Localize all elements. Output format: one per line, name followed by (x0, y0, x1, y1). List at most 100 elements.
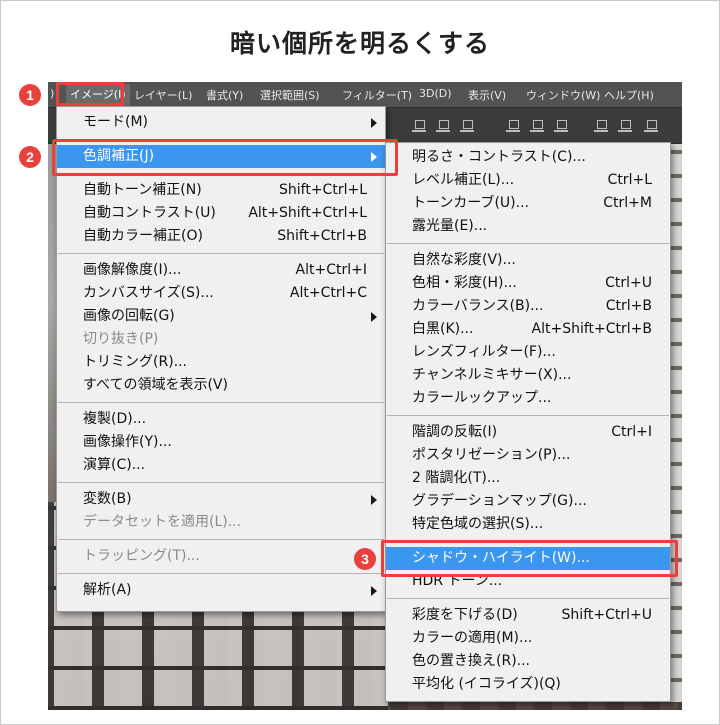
align-bottom-icon[interactable] (460, 120, 474, 132)
menu-item-label: すべての領域を表示(V) (83, 377, 228, 393)
step-badge-3: 3 (354, 548, 376, 570)
menu-item[interactable]: カンバスサイズ(S)... Alt+Ctrl+C (57, 282, 385, 305)
menu-item-shortcut: Ctrl+B (605, 298, 652, 314)
adjustments-submenu: 明るさ・コントラスト(C)... レベル補正(L)... Ctrl+L トーンカーブ(… (385, 142, 671, 702)
menu-item-label: 色の置き換え(R)... (412, 653, 531, 669)
distribute-left-icon[interactable] (594, 120, 608, 132)
menubar-item[interactable]: ) (50, 87, 54, 100)
menu-item: 切り抜き(P) (57, 328, 385, 351)
menu-item[interactable]: レンズフィルター(F)... (386, 341, 670, 364)
menu-item-label: グラデーションマップ(G)... (412, 493, 587, 509)
menu-item[interactable]: チャンネルミキサー(X)... (386, 364, 670, 387)
distribute-center-icon[interactable] (618, 120, 632, 132)
menu-item-label: 画像操作(Y)... (83, 434, 172, 450)
align-top-icon[interactable] (412, 120, 426, 132)
menu-item[interactable]: カラーの適用(M)... (386, 627, 670, 650)
menu-item-shortcut: Ctrl+L (607, 172, 652, 188)
menu-item[interactable]: カラーバランス(B)... Ctrl+B (386, 295, 670, 318)
canvas-window-column (670, 142, 682, 702)
menubar-item[interactable]: ウィンドウ(W) (526, 87, 600, 103)
menu-item-label: モード(M) (83, 114, 149, 130)
menu-item[interactable]: すべての領域を表示(V) (57, 374, 385, 397)
menu-item-label: 画像の回転(G) (83, 308, 175, 324)
menu-item[interactable]: 画像の回転(G) (57, 305, 385, 328)
menubar-item[interactable]: 3D(D) (419, 87, 452, 100)
menu-item[interactable]: 色相・彩度(H)... Ctrl+U (386, 272, 670, 295)
menu-separator (58, 482, 384, 483)
menu-item-label: 白黒(K)... (412, 321, 474, 337)
menu-item[interactable]: 変数(B) (57, 488, 385, 511)
menu-bar: ) イメージ(I) レイヤー(L) 書式(Y) 選択範囲(S) フィルター(T) 3D(D)… (48, 82, 682, 108)
menu-item-label: 彩度を下げる(D) (412, 607, 518, 623)
menu-item[interactable]: 自動コントラスト(U) Alt+Shift+Ctrl+L (57, 202, 385, 225)
menu-item-shortcut: Shift+Ctrl+L (279, 182, 367, 198)
menu-item-shortcut: Alt+Shift+Ctrl+B (531, 321, 652, 337)
image-menu: モード(M) 色調補正(J) 自動トーン補正(N) Shift+Ctrl+L 自動コント… (56, 106, 386, 612)
distribute-right-icon[interactable] (644, 120, 658, 132)
menu-item: データセットを適用(L)... (57, 511, 385, 534)
menu-item[interactable]: 自然な彩度(V)... (386, 249, 670, 272)
menu-item[interactable]: 平均化 (イコライズ)(Q) (386, 673, 670, 696)
step-badge-1: 1 (19, 84, 41, 106)
menu-item-shortcut: Shift+Ctrl+U (561, 607, 652, 623)
menu-item-label: ポスタリゼーション(P)... (412, 447, 571, 463)
menubar-item[interactable]: ヘルプ(H) (604, 87, 654, 103)
menu-item[interactable]: グラデーションマップ(G)... (386, 490, 670, 513)
photoshop-screen: ) イメージ(I) レイヤー(L) 書式(Y) 選択範囲(S) フィルター(T) 3D(D)… (48, 82, 682, 710)
menu-item[interactable]: 画像操作(Y)... (57, 431, 385, 454)
menu-item[interactable]: トーンカーブ(U)... Ctrl+M (386, 192, 670, 215)
menubar-item[interactable]: レイヤー(L) (134, 87, 192, 103)
menu-item[interactable]: 彩度を下げる(D) Shift+Ctrl+U (386, 604, 670, 627)
menu-item[interactable]: 複製(D)... (57, 408, 385, 431)
align-middle-icon[interactable] (436, 120, 450, 132)
menu-separator (58, 253, 384, 254)
distribute-middle-icon[interactable] (530, 120, 544, 132)
menu-item-label: 2 階調化(T)... (412, 470, 501, 486)
menu-item[interactable]: 明るさ・コントラスト(C)... (386, 146, 670, 169)
menu-item-label: 切り抜き(P) (83, 331, 159, 347)
menu-item-label: カラールックアップ... (412, 390, 552, 406)
submenu-arrow-icon (371, 118, 377, 128)
menubar-item[interactable]: 書式(Y) (206, 87, 243, 103)
menu-item-label: 自動トーン補正(N) (83, 182, 202, 198)
menubar-item[interactable]: 選択範囲(S) (260, 87, 320, 103)
menubar-item[interactable]: フィルター(T) (342, 87, 412, 103)
menu-item[interactable]: 特定色域の選択(S)... (386, 513, 670, 536)
menu-item-shortcut: Alt+Shift+Ctrl+L (248, 205, 367, 221)
menu-item[interactable]: 2 階調化(T)... (386, 467, 670, 490)
page-title: 暗い個所を明るくする (229, 29, 490, 58)
distribute-top-icon[interactable] (506, 120, 520, 132)
menu-item[interactable]: 自動カラー補正(O) Shift+Ctrl+B (57, 225, 385, 248)
menu-item-label: 明るさ・コントラスト(C)... (412, 149, 586, 165)
menu-item[interactable]: 露光量(E)... (386, 215, 670, 238)
menu-item[interactable]: 白黒(K)... Alt+Shift+Ctrl+B (386, 318, 670, 341)
menu-item[interactable]: モード(M) (57, 111, 385, 134)
menu-separator (387, 243, 669, 244)
menu-item[interactable]: レベル補正(L)... Ctrl+L (386, 169, 670, 192)
menu-item-label: カラーの適用(M)... (412, 630, 533, 646)
menu-item-label: 自然な彩度(V)... (412, 252, 516, 268)
step-badge-2: 2 (19, 146, 41, 168)
menu-item[interactable]: トリミング(R)... (57, 351, 385, 374)
menu-item[interactable]: 自動トーン補正(N) Shift+Ctrl+L (57, 179, 385, 202)
menu-item[interactable]: 解析(A) (57, 579, 385, 602)
submenu-arrow-icon (371, 495, 377, 505)
submenu-arrow-icon (371, 312, 377, 322)
menu-item-label: トリミング(R)... (83, 354, 188, 370)
highlight-box-adjustments (52, 139, 398, 176)
distribute-bottom-icon[interactable] (554, 120, 568, 132)
menu-item-label: 平均化 (イコライズ)(Q) (412, 676, 561, 692)
menu-item-label: トラッピング(T)... (83, 548, 200, 564)
menu-item[interactable]: 画像解像度(I)... Alt+Ctrl+I (57, 259, 385, 282)
menu-item-shortcut: Alt+Ctrl+C (289, 285, 367, 301)
menu-item[interactable]: ポスタリゼーション(P)... (386, 444, 670, 467)
menu-item[interactable]: カラールックアップ... (386, 387, 670, 410)
menu-item[interactable]: 演算(C)... (57, 454, 385, 477)
menu-separator (58, 539, 384, 540)
menu-item-label: 階調の反転(I) (412, 424, 498, 440)
menu-item[interactable]: 色の置き換え(R)... (386, 650, 670, 673)
highlight-box-image-menu (56, 82, 124, 106)
menubar-item[interactable]: 表示(V) (468, 87, 506, 103)
menu-item-label: カンバスサイズ(S)... (83, 285, 214, 301)
menu-item[interactable]: 階調の反転(I) Ctrl+I (386, 421, 670, 444)
